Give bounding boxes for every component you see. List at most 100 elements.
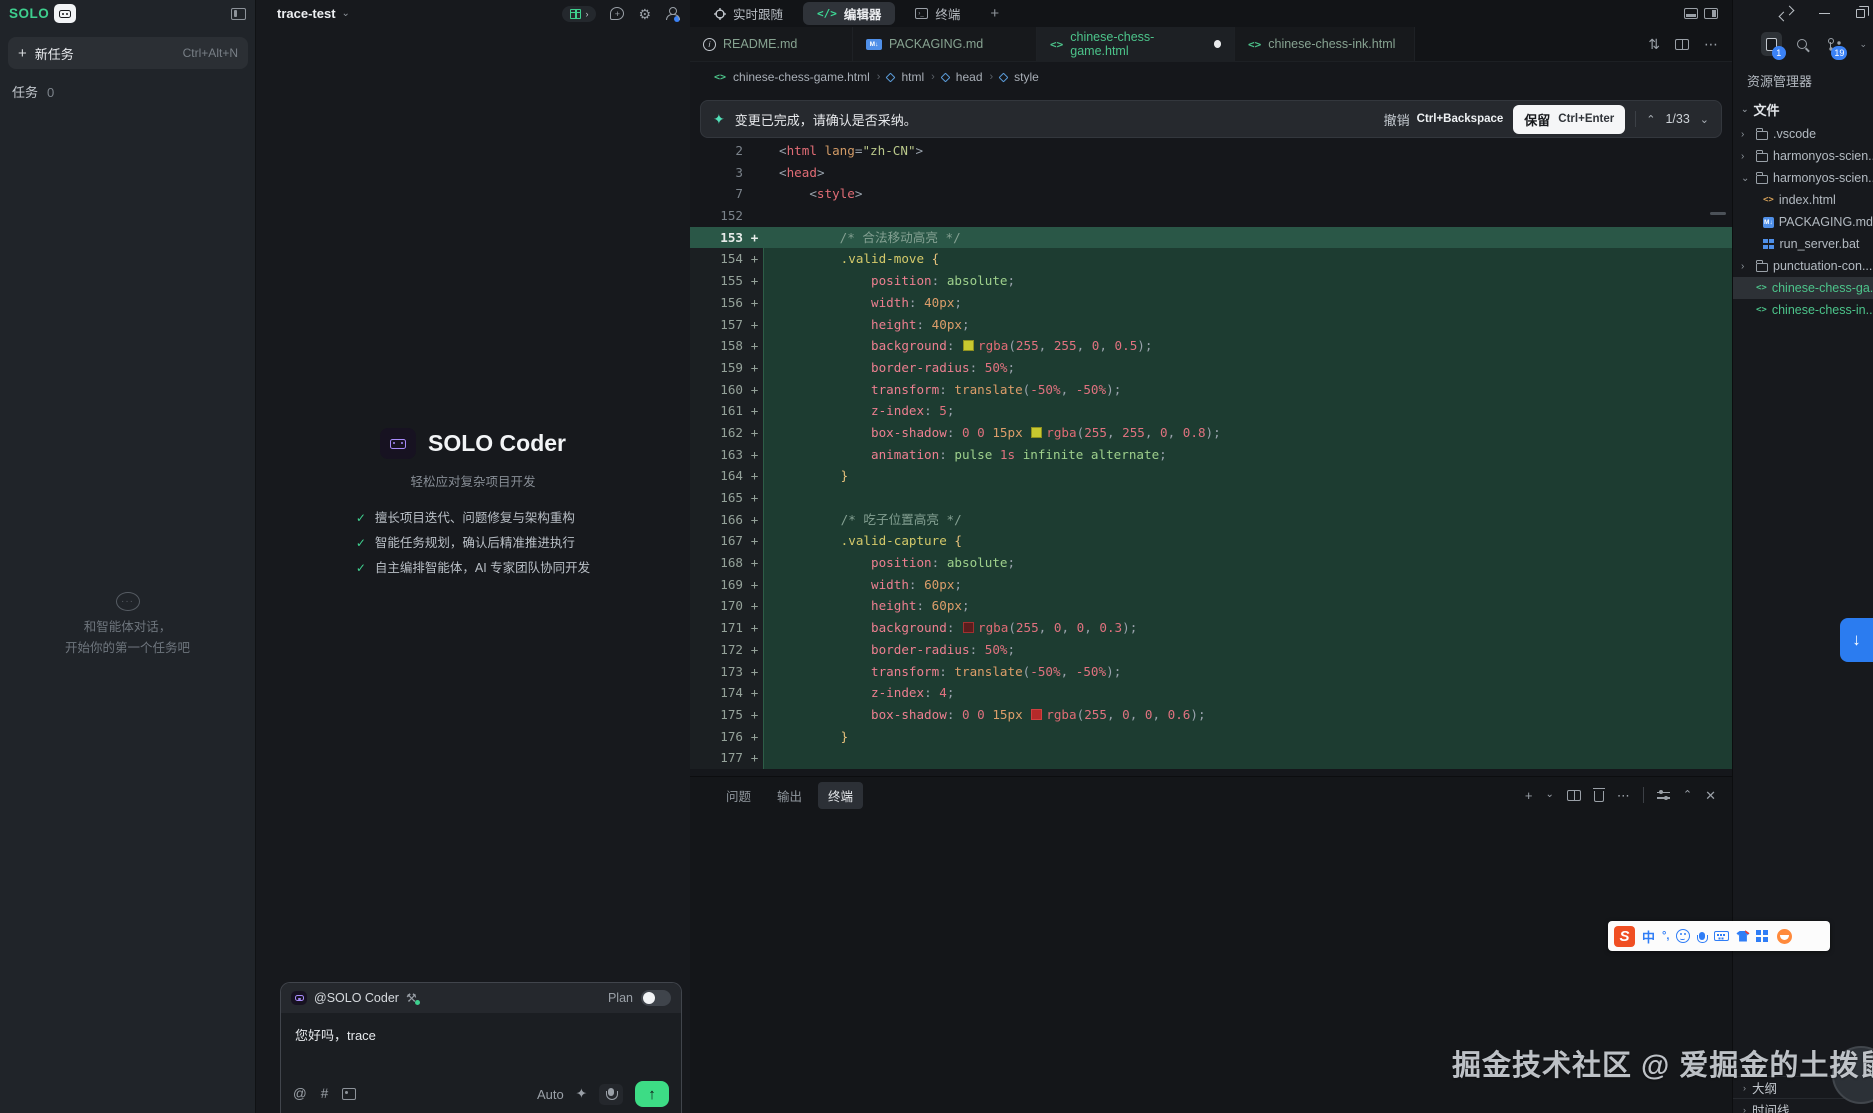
ime-keyboard-icon[interactable] [1714,931,1729,941]
code-line[interactable]: 153+ /* 合法移动高亮 */ [690,227,1732,249]
code-line[interactable]: 176+ } [690,726,1732,748]
code-line[interactable]: 173+ transform: translate(-50%, -50%); [690,661,1732,683]
code-line[interactable]: 154+ .valid-move { [690,248,1732,270]
code-line[interactable]: 161+ z-index: 5; [690,400,1732,422]
editor-tab-chess-ink[interactable]: <> chinese-chess-ink.html [1235,27,1415,61]
plan-toggle[interactable] [641,990,671,1006]
code-line[interactable]: 157+ height: 40px; [690,314,1732,336]
tree-item[interactable]: ›harmonyos-scien... [1733,145,1873,167]
code-line[interactable]: 155+ position: absolute; [690,270,1732,292]
code-editor[interactable]: 2<html lang="zh-CN">3<head>7 <style>1521… [690,140,1732,769]
code-line[interactable]: 171+ background: rgba(255, 0, 0, 0.3); [690,617,1732,639]
restore-icon[interactable] [1856,9,1865,18]
editor-tab-packaging[interactable]: M↓ PACKAGING.md [853,27,1037,61]
minimize-icon[interactable] [1819,13,1830,15]
code-line[interactable]: 175+ box-shadow: 0 0 15px rgba(255, 0, 0… [690,704,1732,726]
new-task-button[interactable]: + 新任务 Ctrl+Alt+N [8,37,248,69]
tree-item[interactable]: <>chinese-chess-ga... [1733,277,1873,299]
chat-input-field[interactable]: 您好吗，trace [281,1013,681,1056]
color-swatch[interactable] [963,340,974,351]
split-editor-icon[interactable] [1675,39,1689,50]
tree-item[interactable]: M↓PACKAGING.md [1733,211,1873,233]
mention-icon[interactable]: @ [293,1087,307,1101]
download-fab[interactable]: ↓ [1840,618,1873,662]
files-section-header[interactable]: ⌄ 文件 [1733,90,1873,123]
code-line[interactable]: 174+ z-index: 4; [690,682,1732,704]
chevron-down-icon[interactable]: ⌄ [1859,39,1867,50]
tree-item[interactable]: ›.vscode [1733,123,1873,145]
source-control-activity-button[interactable]: 19 [1823,32,1844,56]
code-line[interactable]: 172+ border-radius: 50%; [690,639,1732,661]
code-line[interactable]: 162+ box-shadow: 0 0 15px rgba(255, 255,… [690,422,1732,444]
filter-sliders-icon[interactable] [1657,790,1670,801]
ime-language-toggle[interactable]: 中 [1642,927,1655,946]
gear-icon[interactable]: ⚙ [638,7,651,21]
next-change-icon[interactable]: ⌄ [1700,113,1709,126]
tab-terminal[interactable]: ›_ 终端 [901,2,974,25]
sparkle-icon[interactable]: ✦ [576,1087,587,1101]
code-line[interactable]: 152 [690,205,1732,227]
tree-item[interactable]: ⌄harmonyos-scien... [1733,167,1873,189]
code-line[interactable]: 169+ width: 60px; [690,574,1732,596]
maximize-panel-icon[interactable]: ⌃ [1683,790,1692,801]
prev-change-icon[interactable]: ⌃ [1646,113,1655,126]
editor-tab-chess-game[interactable]: <> chinese-chess-game.html [1037,27,1235,61]
mic-button[interactable] [599,1084,623,1105]
code-line[interactable]: 160+ transform: translate(-50%, -50%); [690,379,1732,401]
search-activity-button[interactable] [1792,32,1813,56]
tree-item[interactable]: run_server.bat [1733,233,1873,255]
toggle-panel-right-icon[interactable] [1704,8,1718,19]
color-swatch[interactable] [1031,427,1042,438]
scrollbar-thumb[interactable] [1710,212,1726,215]
explorer-activity-button[interactable]: 1 [1761,32,1782,56]
undo-button[interactable]: 撤销 Ctrl+Backspace [1384,110,1504,129]
breadcrumb-style[interactable]: style [1014,70,1039,84]
new-terminal-icon[interactable]: + [1525,789,1533,802]
tree-item[interactable]: <>chinese-chess-in... [1733,299,1873,321]
hash-icon[interactable]: # [321,1087,329,1101]
ime-skin-icon[interactable] [1736,931,1749,942]
code-line[interactable]: 156+ width: 40px; [690,292,1732,314]
panel-tab-problems[interactable]: 问题 [716,782,761,809]
code-line[interactable]: 168+ position: absolute; [690,552,1732,574]
account-icon[interactable] [665,7,678,20]
collapse-window-icon[interactable] [1780,7,1793,20]
image-icon[interactable] [342,1088,356,1100]
code-line[interactable]: 170+ height: 60px; [690,595,1732,617]
keep-button[interactable]: 保留 Ctrl+Enter [1513,105,1625,134]
new-tab-button[interactable]: + [990,5,999,22]
sogou-logo-icon[interactable]: S [1614,926,1635,947]
split-terminal-icon[interactable] [1567,790,1581,801]
ime-emoji-icon[interactable] [1676,929,1690,943]
ime-mic-icon[interactable] [1699,932,1705,940]
breadcrumb-file[interactable]: chinese-chess-game.html [733,70,870,84]
code-line[interactable]: 177+ [690,747,1732,769]
tools-icon[interactable]: ⚒ [406,991,417,1005]
project-name[interactable]: trace-test [277,6,336,21]
chevron-down-icon[interactable]: ⌄ [1545,790,1553,800]
chevron-down-icon[interactable]: ⌄ [342,8,350,19]
agent-name[interactable]: @SOLO Coder [314,991,399,1005]
code-line[interactable]: 167+ .valid-capture { [690,530,1732,552]
model-auto-label[interactable]: Auto [537,1087,564,1102]
code-line[interactable]: 166+ /* 吃子位置高亮 */ [690,509,1732,531]
gift-button[interactable]: › [562,6,596,22]
code-line[interactable]: 7 <style> [690,183,1732,205]
code-line[interactable]: 165+ [690,487,1732,509]
tab-editor[interactable]: </> 编辑器 [803,2,895,25]
editor-tab-readme[interactable]: i README.md [690,27,853,61]
close-panel-icon[interactable]: ✕ [1705,789,1716,802]
tree-item[interactable]: ›punctuation-con... [1733,255,1873,277]
ime-punctuation-icon[interactable]: °, [1662,930,1669,942]
tree-item[interactable]: <>index.html [1733,189,1873,211]
code-line[interactable]: 164+ } [690,465,1732,487]
code-line[interactable]: 3<head> [690,162,1732,184]
ime-toolbox-icon[interactable] [1756,930,1761,935]
toggle-panel-bottom-icon[interactable] [1684,8,1698,19]
panel-tab-terminal[interactable]: 终端 [818,782,863,809]
tab-live-follow[interactable]: 实时跟随 [700,2,797,25]
color-swatch[interactable] [1031,709,1042,720]
trash-icon[interactable] [1594,791,1604,802]
breadcrumb-head[interactable]: head [956,70,983,84]
panel-tab-output[interactable]: 输出 [767,782,812,809]
